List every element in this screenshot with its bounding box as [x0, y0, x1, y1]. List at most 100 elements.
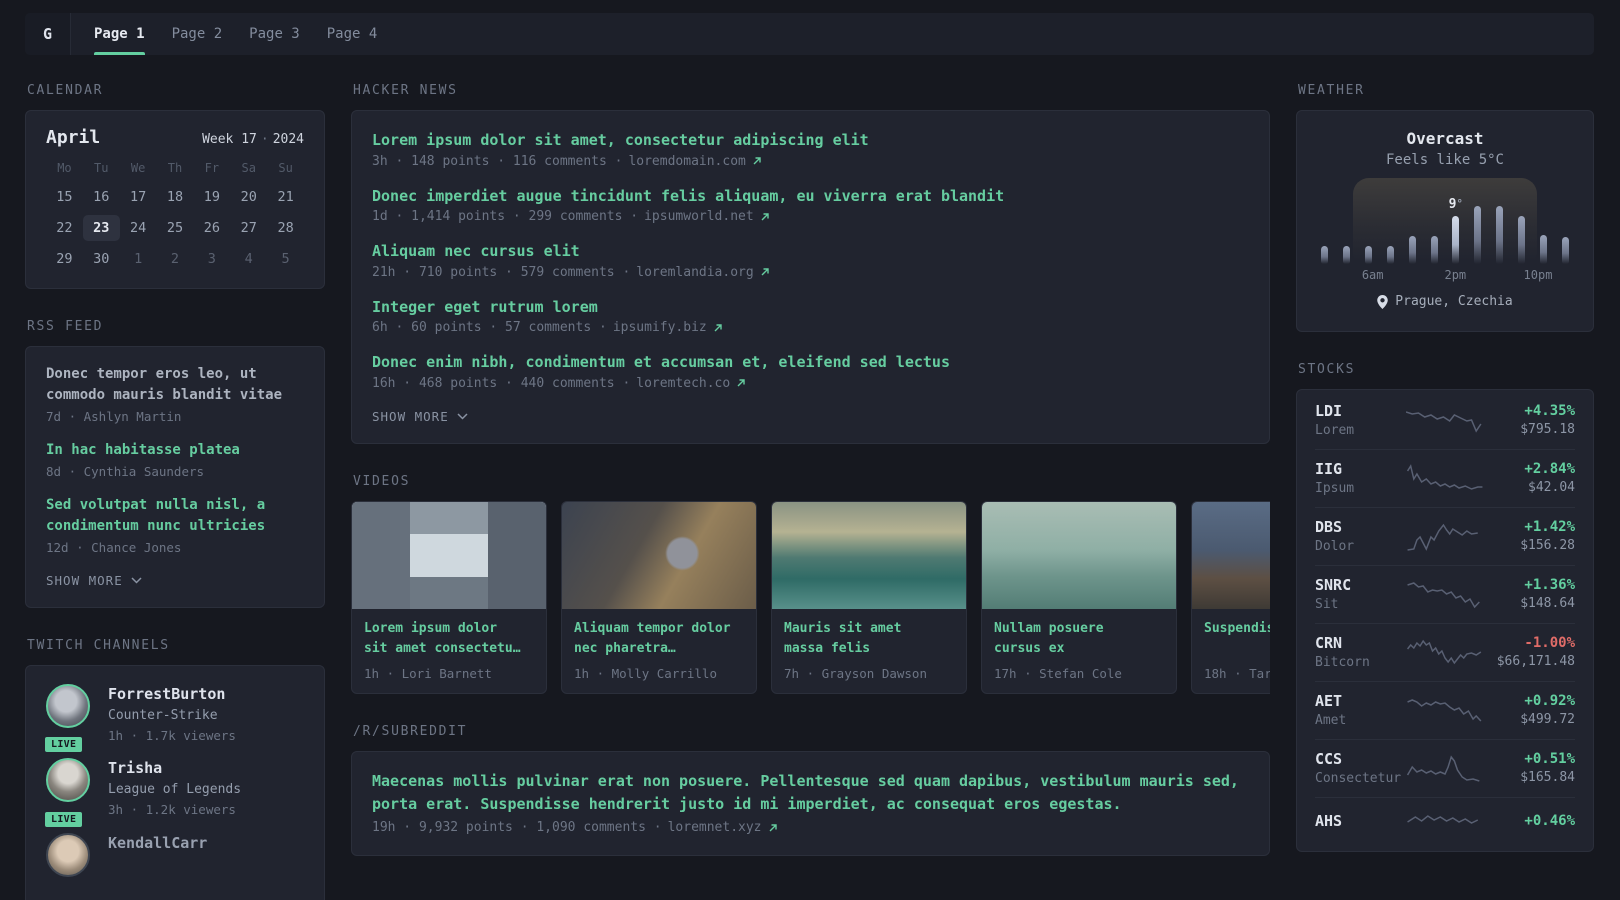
calendar-day: 26 — [203, 220, 220, 236]
twitch-channel-name[interactable]: ForrestBurton — [108, 684, 236, 706]
stock-values: +1.42% $156.28 — [1494, 519, 1575, 553]
hackernews-show-more-button[interactable]: SHOW MORE — [372, 409, 468, 424]
subreddit-post-domain[interactable]: loremnet.xyz — [668, 820, 762, 835]
hackernews-item-title[interactable]: Lorem ipsum dolor sit amet, consectetur … — [372, 129, 1249, 152]
calendar-weekday-row: Mo Tu We Th Fr Sa Su — [46, 161, 304, 177]
weather-hour-bar — [1452, 216, 1460, 264]
weather-hour-bar — [1408, 236, 1416, 264]
hackernews-item: Donec enim nibh, condimentum et accumsan… — [372, 351, 1249, 391]
twitch-channel-row[interactable]: KendallCarr — [46, 832, 304, 877]
video-title[interactable]: Lorem ipsum dolor sit amet consectetu… — [364, 619, 524, 659]
video-thumbnail[interactable] — [772, 501, 966, 609]
hackernews-item-domain[interactable]: loremtech.co — [636, 376, 730, 391]
twitch-avatar-wrap — [46, 832, 92, 877]
stock-ticker: AET — [1315, 691, 1343, 710]
calendar-day: 5 — [281, 251, 290, 267]
stock-values: +0.51% $165.84 — [1494, 751, 1575, 785]
twitch-channel-name[interactable]: Trisha — [108, 758, 241, 780]
hackernews-item-title[interactable]: Donec imperdiet augue tincidunt felis al… — [372, 185, 1249, 208]
video-thumbnail[interactable] — [982, 501, 1176, 609]
hackernews-item-title[interactable]: Donec enim nibh, condimentum et accumsan… — [372, 351, 1249, 374]
hackernews-item-domain[interactable]: ipsumworld.net — [644, 209, 754, 224]
hackernews-item-domain[interactable]: loremdomain.com — [628, 154, 745, 169]
video-title[interactable]: Mauris sit amet massa felis — [784, 619, 944, 659]
twitch-channel-row[interactable]: LIVE Trisha League of Legends 3h · 1.2k … — [43, 758, 304, 829]
video-card[interactable]: Nullam posuere cursus ex 17h · Stefan Co… — [981, 500, 1177, 694]
stock-change: -1.00% — [1524, 634, 1575, 651]
video-card[interactable]: Aliquam tempor dolor nec pharetra… 1h · … — [561, 500, 757, 694]
video-thumbnail[interactable] — [1192, 501, 1270, 609]
stock-sparkline — [1406, 521, 1484, 551]
nav-tab[interactable]: Page 2 — [172, 13, 223, 55]
rss-show-more-button[interactable]: SHOW MORE — [46, 573, 142, 588]
twitch-channel-name[interactable]: KendallCarr — [108, 833, 207, 855]
stock-row[interactable]: CRN Bitcorn -1.00% $66,171.48 — [1315, 622, 1575, 681]
stock-change: +1.36% — [1524, 576, 1575, 593]
stock-row[interactable]: LDI Lorem +4.35% $795.18 — [1315, 392, 1575, 449]
rss-item-meta: 12d · Chance Jones — [46, 540, 182, 555]
video-title[interactable]: Aliquam tempor dolor nec pharetra… — [574, 619, 734, 659]
calendar-day: 23 — [82, 215, 120, 241]
video-card[interactable]: Suspendisse diam 18h · Tara — [1191, 500, 1270, 694]
hackernews-item-meta: 21h · 710 points · 579 comments · loreml… — [372, 265, 1249, 280]
stock-sparkline — [1406, 405, 1484, 435]
stock-change: +4.35% — [1524, 402, 1575, 419]
stock-row[interactable]: IIG Ipsum +2.84% $42.04 — [1315, 448, 1575, 507]
rss-item-title[interactable]: Sed volutpat nulla nisl, a condimentum n… — [46, 495, 304, 537]
stock-values: +4.35% $795.18 — [1494, 403, 1575, 437]
rss-item-title[interactable]: Donec tempor eros leo, ut commodo mauris… — [46, 364, 304, 406]
video-title[interactable]: Suspendisse diam — [1204, 619, 1270, 659]
rss-list: Donec tempor eros leo, ut commodo mauris… — [46, 364, 304, 555]
subreddit-post-title[interactable]: Maecenas mollis pulvinar erat non posuer… — [372, 770, 1249, 817]
subreddit-post-stats: 19h · 9,932 points · 1,090 comments · — [372, 820, 662, 836]
stock-price: $795.18 — [1520, 421, 1575, 437]
calendar-weekday: Su — [278, 161, 293, 175]
nav-tab[interactable]: Page 4 — [327, 13, 378, 55]
twitch-channel-game: Counter-Strike — [108, 707, 218, 723]
twitch-channel-row[interactable]: LIVE ForrestBurton Counter-Strike 1h · 1… — [43, 684, 304, 755]
hackernews-item-domain[interactable]: loremlandia.org — [636, 265, 753, 280]
stock-price: $499.72 — [1520, 711, 1575, 727]
hackernews-item-domain[interactable]: ipsumify.biz — [613, 320, 707, 335]
twitch-section: TWITCH CHANNELS LIVE ForrestBurton Count… — [25, 638, 325, 900]
stock-row[interactable]: DBS Dolor +1.42% $156.28 — [1315, 506, 1575, 565]
nav-tab[interactable]: Page 1 — [94, 13, 145, 55]
avatar — [46, 758, 90, 803]
hackernews-item: Integer eget rutrum lorem 6h · 60 points… — [372, 296, 1249, 335]
hackernews-item-title[interactable]: Integer eget rutrum lorem — [372, 296, 1249, 319]
stock-row[interactable]: AET Amet +0.92% $499.72 — [1315, 680, 1575, 739]
chevron-down-icon — [131, 577, 142, 584]
external-link-icon — [769, 824, 777, 832]
video-card[interactable]: Lorem ipsum dolor sit amet consectetu… 1… — [351, 500, 547, 694]
calendar-weekday: Th — [167, 161, 183, 175]
rss-section-title: RSS FEED — [27, 319, 104, 334]
stock-ticker: SNRC — [1315, 575, 1352, 594]
stock-ticker: DBS — [1315, 517, 1343, 536]
twitch-channel-meta: 1h · 1.7k viewers — [108, 727, 236, 743]
stock-name: Amet — [1315, 712, 1347, 728]
hackernews-item-stats: 16h · 468 points · 440 comments · — [372, 375, 631, 391]
video-thumbnail[interactable] — [562, 501, 756, 609]
video-thumbnail[interactable] — [352, 501, 546, 609]
calendar-day: 20 — [240, 189, 257, 205]
rss-item-title[interactable]: In hac habitasse platea — [46, 440, 304, 461]
stock-sparkline — [1406, 753, 1484, 783]
right-column: WEATHER Overcast Feels like 5°C 9° 6am 2p… — [1296, 83, 1594, 852]
stock-name: Ipsum — [1315, 480, 1355, 496]
stock-name: Sit — [1315, 596, 1339, 612]
stock-row[interactable]: CCS Consectetur +0.51% $165.84 — [1315, 738, 1575, 797]
external-link-icon — [714, 323, 722, 331]
calendar-day: 30 — [93, 251, 110, 267]
weather-time-label: 10pm — [1523, 268, 1553, 282]
stock-sparkline — [1406, 695, 1484, 725]
stock-price: $148.64 — [1520, 595, 1575, 611]
rss-item-meta: 7d · Ashlyn Martin — [46, 409, 182, 424]
video-card[interactable]: Mauris sit amet massa felis 7h · Grayson… — [771, 500, 967, 694]
video-carousel: Lorem ipsum dolor sit amet consectetu… 1… — [351, 500, 1270, 694]
hackernews-item-title[interactable]: Aliquam nec cursus elit — [372, 240, 1249, 263]
video-title[interactable]: Nullam posuere cursus ex — [994, 619, 1154, 659]
nav-tab[interactable]: Page 3 — [249, 13, 300, 55]
stock-row[interactable]: SNRC Sit +1.36% $148.64 — [1315, 564, 1575, 623]
stock-row[interactable]: AHS +0.46% — [1315, 796, 1575, 849]
stocks-widget: LDI Lorem +4.35% $795.18 IIG Ipsum +2.84… — [1296, 388, 1594, 852]
